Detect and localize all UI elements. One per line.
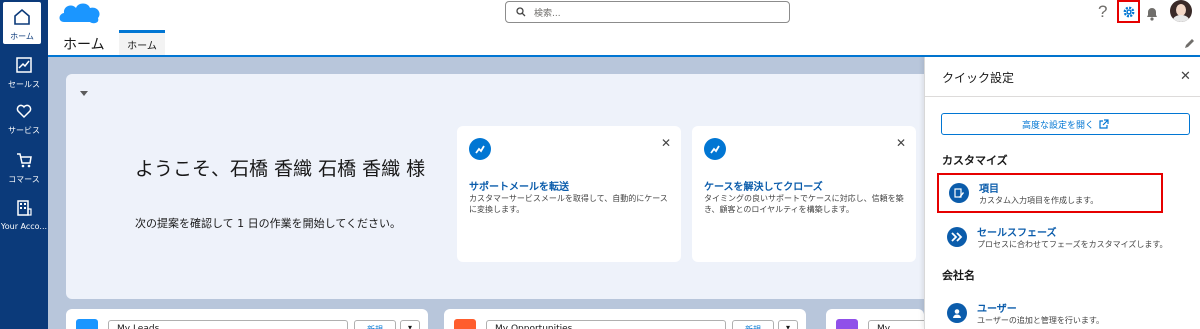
- card-description: タイミングの良いサポートでケースに対応し、信頼を築き、顧客とのロイヤルティを構築…: [704, 194, 904, 214]
- edit-nav-pencil-icon[interactable]: [1184, 37, 1196, 49]
- rail-item-account[interactable]: Your Acco...: [0, 193, 48, 239]
- rail-label: セールス: [8, 80, 40, 89]
- card-title[interactable]: ケースを解決してクローズ: [704, 178, 823, 193]
- welcome-title: ようこそ、石橋 香織 石橋 香織 様: [135, 158, 426, 180]
- section-title-company: 会社名: [942, 269, 975, 282]
- close-icon[interactable]: ✕: [1180, 69, 1191, 84]
- close-icon[interactable]: ✕: [661, 136, 671, 150]
- list-view-select[interactable]: My Opportunities: [486, 320, 726, 329]
- app-name: ホーム: [63, 37, 105, 53]
- panel-title: クイック設定: [942, 71, 1015, 85]
- new-button[interactable]: 新規: [354, 320, 396, 329]
- list-widget-leads: My Leads 新規 ▾: [66, 309, 428, 329]
- quick-item-description: ユーザーの追加と管理を行います。: [977, 316, 1105, 325]
- app-rail: ホーム セールス サービス コマース Your Acco...: [0, 0, 48, 329]
- list-view-select[interactable]: My Leads: [108, 320, 348, 329]
- home-icon: [11, 6, 33, 28]
- quick-item-description: カスタム入力項目を作成します。: [979, 196, 1099, 205]
- quick-item-description: プロセスに合わせてフェーズをカスタマイズします。: [977, 240, 1168, 249]
- setup-gear-icon[interactable]: [1117, 0, 1140, 23]
- help-icon[interactable]: ?: [1098, 2, 1112, 24]
- advanced-button-label: 高度な設定を開く: [1021, 120, 1094, 131]
- salesforce-logo[interactable]: [58, 0, 102, 24]
- user-avatar[interactable]: [1170, 0, 1192, 22]
- section-title-customize: カスタマイズ: [942, 154, 1008, 167]
- quick-item-sales-stages[interactable]: セールスフェーズ プロセスに合わせてフェーズをカスタマイズします。: [937, 219, 1199, 259]
- panel-header: クイック設定 ✕: [925, 57, 1200, 97]
- tab-home[interactable]: ホーム: [119, 30, 165, 56]
- suggestion-card[interactable]: ✕ サポートメールを転送 カスタマーサービスメールを取得して、自動的にケースに変…: [457, 126, 681, 262]
- list-widget-contacts: My Contacts: [826, 309, 928, 329]
- opportunities-icon: [454, 319, 476, 329]
- chevron-down-icon[interactable]: ▾: [400, 320, 420, 329]
- chevrons-icon: [947, 227, 967, 247]
- quick-item-label: セールスフェーズ: [977, 228, 1057, 239]
- contacts-icon: [836, 319, 858, 329]
- field-edit-icon: [949, 183, 969, 203]
- quick-item-label: ユーザー: [977, 304, 1017, 315]
- trend-icon: [469, 138, 491, 160]
- close-icon[interactable]: ✕: [896, 136, 906, 150]
- quick-setup-panel: クイック設定 ✕ 高度な設定を開く カスタマイズ 項目 カスタム入力項目を作成し…: [924, 57, 1200, 329]
- rail-item-service[interactable]: サービス: [0, 96, 48, 142]
- open-advanced-setup-button[interactable]: 高度な設定を開く: [941, 113, 1190, 135]
- trend-icon: [704, 138, 726, 160]
- rail-item-commerce[interactable]: コマース: [0, 145, 48, 191]
- list-view-select[interactable]: My Contacts: [868, 320, 928, 329]
- quick-item-users[interactable]: ユーザー ユーザーの追加と管理を行います。: [937, 295, 1163, 329]
- rail-label: コマース: [8, 175, 40, 184]
- rail-item-home[interactable]: ホーム: [1, 0, 43, 46]
- rail-label: サービス: [8, 126, 40, 135]
- search-icon: [516, 7, 526, 17]
- leads-icon: [76, 319, 98, 329]
- rail-label: ホーム: [10, 32, 34, 41]
- card-description: カスタマーサービスメールを取得して、自動的にケースに変換します。: [469, 194, 668, 214]
- card-title[interactable]: サポートメールを転送: [469, 178, 569, 193]
- external-link-icon: [1099, 119, 1109, 129]
- user-icon: [947, 303, 967, 323]
- rail-label: Your Acco...: [0, 222, 48, 231]
- cart-icon: [13, 149, 35, 171]
- chart-icon: [13, 54, 35, 76]
- heart-icon: [13, 100, 35, 122]
- welcome-subtitle: 次の提案を確認して 1 日の作業を開始してください。: [135, 217, 401, 230]
- new-button[interactable]: 新規: [732, 320, 774, 329]
- notifications-bell-icon[interactable]: [1144, 2, 1160, 24]
- collapse-toggle-icon[interactable]: [80, 91, 88, 96]
- global-search-input[interactable]: 検索...: [505, 1, 790, 23]
- building-icon: [13, 197, 35, 219]
- chevron-down-icon[interactable]: ▾: [778, 320, 798, 329]
- search-placeholder: 検索...: [534, 8, 561, 19]
- list-widget-opportunities: My Opportunities 新規 ▾: [444, 309, 806, 329]
- quick-item-fields[interactable]: 項目 カスタム入力項目を作成します。: [937, 173, 1163, 213]
- rail-item-sales[interactable]: セールス: [0, 50, 48, 96]
- suggestion-card[interactable]: ✕ ケースを解決してクローズ タイミングの良いサポートでケースに対応し、信頼を築…: [692, 126, 916, 262]
- quick-item-label: 項目: [979, 184, 999, 195]
